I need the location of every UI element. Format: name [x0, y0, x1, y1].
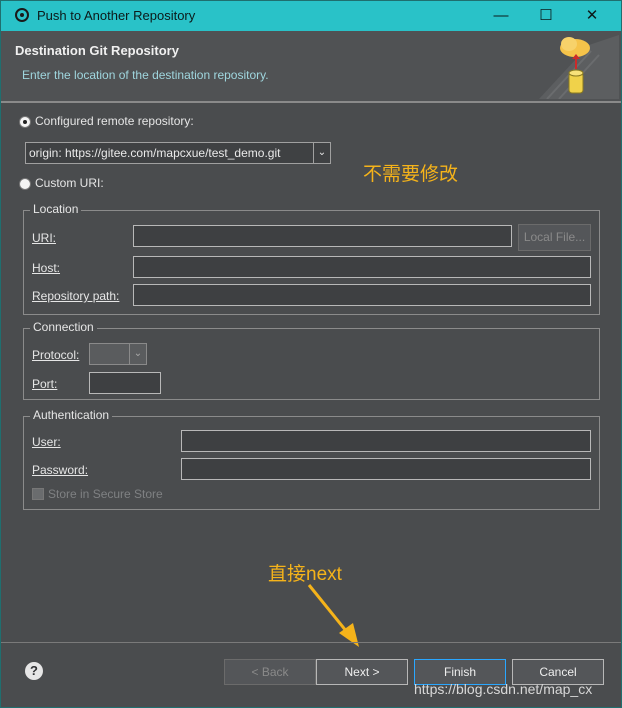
store-secure-label: Store in Secure Store: [48, 487, 163, 501]
location-legend: Location: [30, 202, 82, 216]
user-input[interactable]: [181, 430, 591, 452]
page-description: Enter the location of the destination re…: [22, 68, 269, 82]
protocol-label: Protocol:: [32, 348, 80, 362]
footer-separator: [1, 642, 621, 643]
port-label: Port:: [32, 377, 58, 391]
remote-select[interactable]: origin: https://gitee.com/mapcxue/test_d…: [25, 142, 331, 164]
password-input[interactable]: [181, 458, 591, 480]
back-button[interactable]: < Back: [224, 659, 316, 685]
uri-input[interactable]: [133, 225, 512, 247]
port-input[interactable]: [89, 372, 161, 394]
title-bar: Push to Another Repository — ☐ ✕: [1, 1, 621, 31]
watermark: https://blog.csdn.net/map_cx: [414, 681, 593, 697]
password-label: Password:: [32, 463, 89, 477]
close-button[interactable]: ✕: [569, 1, 615, 31]
authentication-legend: Authentication: [30, 408, 113, 422]
wizard-header: Destination Git Repository Enter the loc…: [1, 31, 621, 101]
minimize-button[interactable]: —: [478, 1, 524, 31]
configured-remote-radio[interactable]: [19, 116, 31, 128]
annotation-no-change: 不需要修改: [363, 164, 459, 185]
custom-uri-label: Custom URI:: [35, 176, 104, 190]
eclipse-app-icon: [15, 8, 29, 22]
uri-label: URI:: [32, 231, 56, 245]
page-title: Destination Git Repository: [15, 43, 179, 58]
window-title: Push to Another Repository: [37, 8, 196, 23]
dialog-window: Push to Another Repository — ☐ ✕ Destina…: [0, 0, 622, 708]
annotation-arrow-icon: [307, 584, 359, 647]
host-input[interactable]: [133, 256, 591, 278]
next-button[interactable]: Next >: [316, 659, 408, 685]
configured-remote-label: Configured remote repository:: [35, 114, 194, 128]
chevron-down-icon[interactable]: ⌄: [129, 344, 146, 364]
host-label: Host:: [32, 261, 61, 275]
repository-path-label: Repository path:: [32, 289, 120, 303]
user-label: User:: [32, 435, 61, 449]
custom-uri-radio[interactable]: [19, 178, 31, 190]
store-secure-checkbox[interactable]: [32, 488, 44, 500]
help-icon[interactable]: ?: [25, 662, 43, 680]
remote-select-value: origin: https://gitee.com/mapcxue/test_d…: [29, 146, 281, 160]
protocol-select[interactable]: ⌄: [89, 343, 147, 365]
chevron-down-icon[interactable]: ⌄: [313, 143, 330, 163]
header-separator: [1, 101, 621, 103]
repository-path-input[interactable]: [133, 284, 591, 306]
maximize-button[interactable]: ☐: [523, 1, 569, 31]
connection-legend: Connection: [30, 320, 97, 334]
local-file-button[interactable]: Local File...: [518, 224, 591, 251]
cloud-repository-icon: [539, 35, 619, 99]
